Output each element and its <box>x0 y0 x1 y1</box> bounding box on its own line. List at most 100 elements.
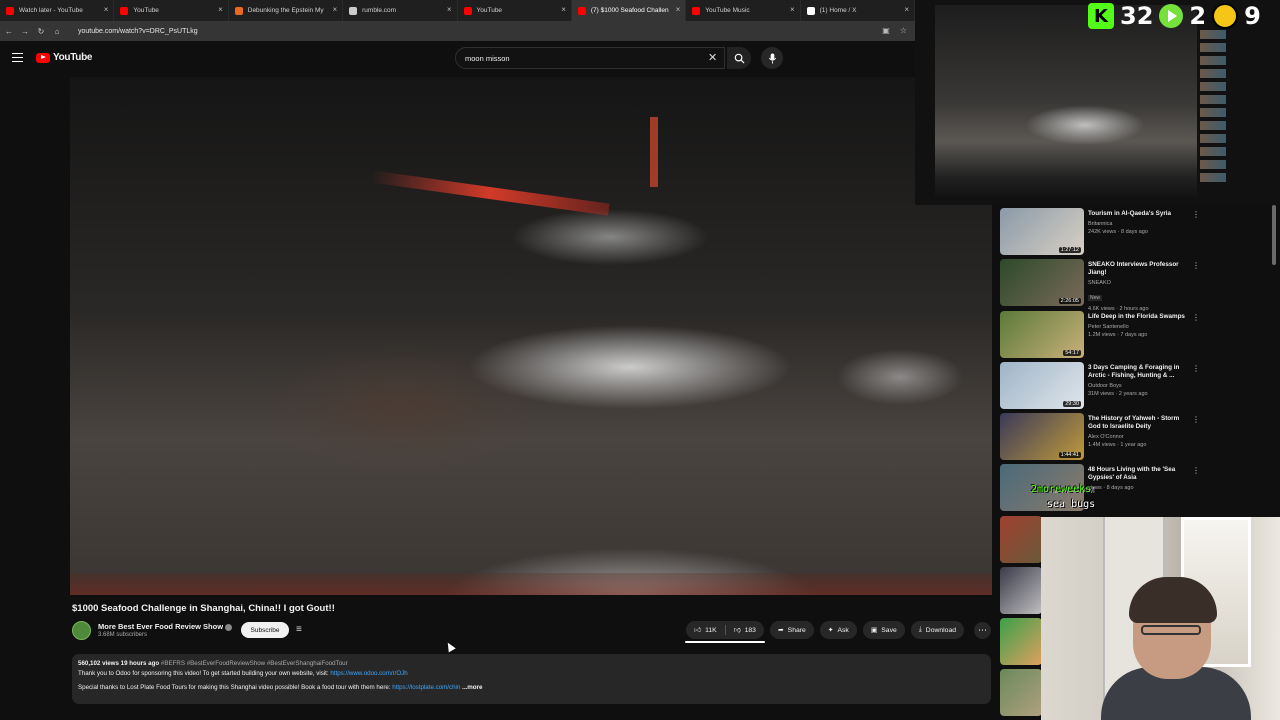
video-info: 3 Days Camping & Foraging in Arctic - Fi… <box>1088 362 1193 413</box>
close-tab-icon[interactable]: × <box>332 5 337 14</box>
close-tab-icon[interactable]: × <box>561 5 566 14</box>
video-title[interactable]: Tourism in Al-Qaeda's Syria <box>1088 210 1193 218</box>
mouse-cursor <box>444 640 456 653</box>
back-icon[interactable]: ← <box>2 27 16 36</box>
voice-search-button[interactable] <box>761 47 783 69</box>
channel-avatar[interactable] <box>72 621 91 640</box>
url-field[interactable]: youtube.com/watch?v=DRC_PsUTLkg <box>78 28 198 35</box>
browser-tab[interactable]: YouTube × <box>458 0 572 21</box>
browser-tab[interactable]: YouTube Music × <box>686 0 801 21</box>
recommended-video[interactable]: 29:30 3 Days Camping & Foraging in Arctic… <box>1000 361 1210 413</box>
video-title[interactable]: SNEAKO Interviews Professor Jiang! <box>1088 261 1193 277</box>
video-frame-detail <box>370 170 610 216</box>
more-options-icon[interactable]: ⋮ <box>1192 415 1200 424</box>
video-thumbnail[interactable]: 29:30 <box>1000 361 1084 409</box>
more-options-icon[interactable]: ⋮ <box>1192 364 1200 373</box>
channel-name[interactable]: More Best Ever Food Review Show <box>98 622 233 631</box>
close-tab-icon[interactable]: × <box>790 5 795 14</box>
browser-tab[interactable]: Watch later - YouTube × <box>0 0 115 21</box>
tab-label: YouTube <box>133 7 159 14</box>
share-button[interactable]: ➦ Share <box>769 621 814 639</box>
recommended-video[interactable]: 1:44:41 The History of Yahweh - Storm God… <box>1000 413 1210 464</box>
video-thumbnail[interactable]: 1:44:41 <box>1000 413 1084 461</box>
tab-favicon-icon <box>6 6 14 15</box>
video-channel[interactable]: Peter Santenello <box>1088 324 1193 330</box>
clear-search-icon[interactable]: ✕ <box>708 51 717 64</box>
more-options-icon[interactable]: ⋮ <box>1192 466 1200 475</box>
video-title[interactable]: Life Deep in the Florida Swamps <box>1088 313 1193 321</box>
recommended-video[interactable]: 54:17 Life Deep in the Florida Swamps Pete… <box>1000 310 1210 362</box>
dislike-button[interactable]: 👎︎ 183 <box>726 621 764 639</box>
video-thumbnail[interactable]: 1:27:12 <box>1000 208 1084 255</box>
close-tab-icon[interactable]: × <box>904 5 909 14</box>
video-meta: 31M views · 2 years ago <box>1088 390 1148 397</box>
playlist-add-icon[interactable]: ≡ <box>296 624 302 635</box>
show-more-link[interactable]: ...more <box>462 684 482 691</box>
food-tour-link[interactable]: https://lostplate.com/chin <box>392 684 460 691</box>
search-button[interactable] <box>727 47 751 69</box>
more-options-icon[interactable]: ⋮ <box>1192 210 1200 219</box>
forward-icon[interactable]: → <box>18 27 32 36</box>
video-thumbnail[interactable] <box>1000 566 1042 614</box>
close-tab-icon[interactable]: × <box>218 5 223 14</box>
video-info: Life Deep in the Florida Swamps Peter San… <box>1088 311 1193 362</box>
youtube-logo[interactable]: YouTube <box>36 52 93 63</box>
download-button[interactable]: ⤓ Download <box>910 621 965 639</box>
video-thumbnail[interactable] <box>1000 515 1042 563</box>
close-tab-icon[interactable]: × <box>447 5 452 14</box>
more-actions-button[interactable]: ⋯ <box>974 622 991 639</box>
menu-icon[interactable] <box>12 53 23 62</box>
video-player[interactable] <box>70 77 992 595</box>
share-icon: ➦ <box>777 627 784 634</box>
browser-tab[interactable]: rumble.com × <box>343 0 458 21</box>
recommended-video[interactable]: 1:27:12 Tourism in Al-Qaeda's Syria Britan… <box>1000 208 1210 259</box>
video-channel[interactable]: SNEAKO <box>1088 280 1193 286</box>
home-icon[interactable]: ⌂ <box>50 27 64 36</box>
dislike-count: 183 <box>744 626 756 634</box>
browser-tab[interactable]: (1) Home / X × <box>801 0 915 21</box>
subscriber-count: 3.68M subscribers <box>98 632 148 638</box>
video-duration: 54:17 <box>1063 349 1081 356</box>
preview-thumbnail <box>1200 121 1226 130</box>
video-channel[interactable]: Alex O'Connor <box>1088 434 1193 440</box>
more-options-icon[interactable]: ⋮ <box>1192 261 1200 270</box>
video-channel[interactable]: Britannica <box>1088 221 1193 227</box>
subscribe-button[interactable]: Subscribe <box>241 622 289 638</box>
browser-tab[interactable]: YouTube × <box>114 0 229 21</box>
browser-tab[interactable]: Debunking the Epstein My × <box>229 0 344 21</box>
more-options-icon[interactable]: ⋮ <box>1192 313 1200 322</box>
video-meta: 242K views · 8 days ago <box>1088 229 1148 235</box>
tab-favicon-icon <box>463 6 472 15</box>
video-thumbnail[interactable]: 2:26:05 <box>1000 259 1084 307</box>
bookmark-star-icon[interactable]: ☆ <box>900 26 907 35</box>
video-channel[interactable]: Outdoor Boys <box>1088 383 1193 389</box>
cast-icon[interactable]: ▣ <box>882 26 890 35</box>
save-button[interactable]: ▣ Save <box>862 621 905 639</box>
reload-icon[interactable]: ↻ <box>34 27 48 36</box>
video-thumbnail[interactable] <box>1000 668 1042 716</box>
chat-username: 2moreweeks <box>1031 484 1091 495</box>
like-button[interactable]: 👍︎ 11K <box>686 621 725 639</box>
video-thumbnail[interactable]: 54:17 <box>1000 310 1084 358</box>
browser-tab[interactable]: (7) $1000 Seafood Challen × <box>571 0 687 21</box>
close-tab-icon[interactable]: × <box>676 5 681 14</box>
sponsor-link[interactable]: https://www.odoo.com/r/OJh <box>330 670 407 677</box>
video-thumbnail[interactable] <box>1000 617 1042 665</box>
preview-thumbnail <box>1200 147 1226 156</box>
preview-thumbnail <box>1200 173 1226 182</box>
tab-label: (1) Home / X <box>819 7 857 14</box>
ask-button[interactable]: ✦ Ask <box>819 621 857 639</box>
hashtags[interactable]: #BEFRS #BestEverFoodReviewShow #BestEver… <box>161 660 348 667</box>
video-frame-detail <box>70 573 992 595</box>
recommended-video[interactable]: 2:26:05 SNEAKO Interviews Professor Jiang… <box>1000 259 1210 312</box>
search-input[interactable]: moon misson <box>455 47 725 69</box>
video-title[interactable]: 48 Hours Living with the 'Sea Gypsies' o… <box>1088 466 1193 482</box>
video-description[interactable]: 560,102 views 19 hours ago #BEFRS #BestE… <box>72 654 991 704</box>
video-title[interactable]: The History of Yahweh - Storm God to Isr… <box>1088 415 1193 431</box>
scrollbar[interactable] <box>1272 205 1276 265</box>
tab-favicon-icon <box>806 6 815 15</box>
video-title[interactable]: 3 Days Camping & Foraging in Arctic - Fi… <box>1088 364 1193 380</box>
close-tab-icon[interactable]: × <box>104 5 109 14</box>
like-dislike-group: 👍︎ 11K 👎︎ 183 <box>686 621 764 639</box>
stream-preview-detail <box>1025 105 1145 145</box>
